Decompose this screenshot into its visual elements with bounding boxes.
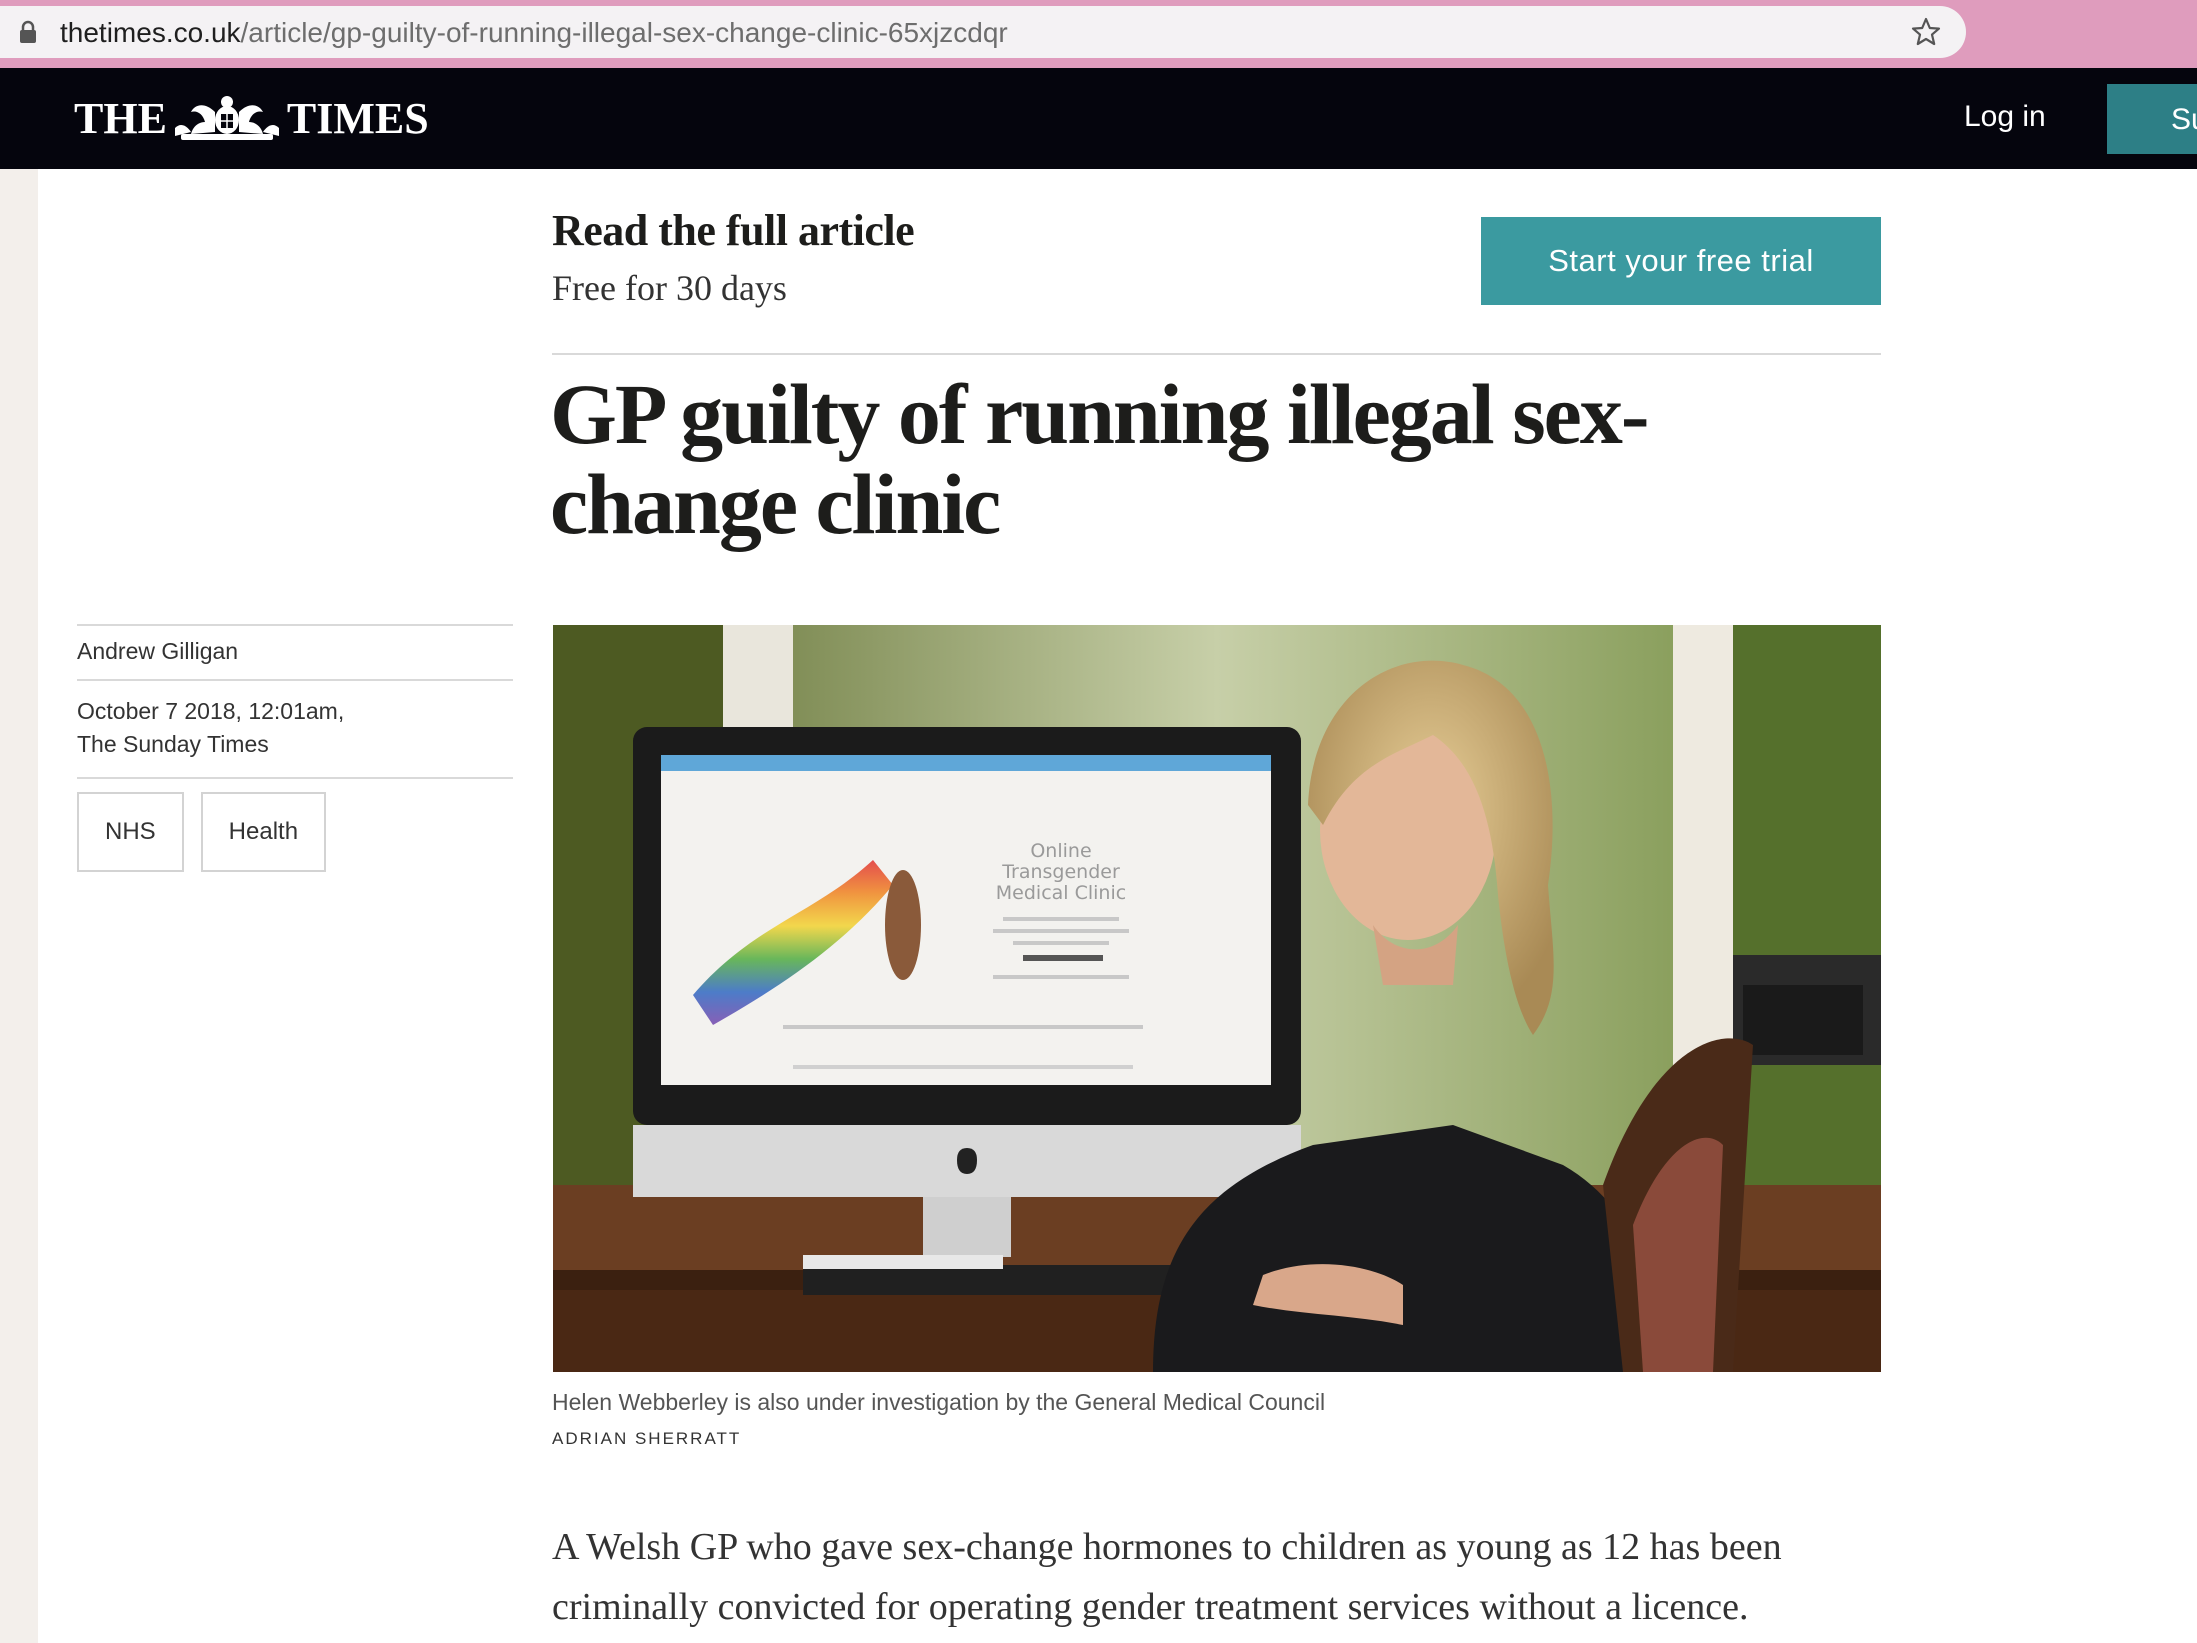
start-free-trial-button[interactable]: Start your free trial	[1481, 217, 1881, 305]
publish-date: October 7 2018, 12:01am,	[77, 698, 345, 724]
the-times-logo[interactable]: THE TIMES	[74, 90, 429, 146]
site-header: THE TIMES Log in Su	[0, 68, 2197, 169]
browser-toolbar: thetimes.co.uk/article/gp-guilty-of-runn…	[0, 0, 2197, 68]
screen-title-1: Online	[1030, 840, 1091, 862]
image-caption: Helen Webberley is also under investigat…	[552, 1389, 1326, 1415]
tag-health[interactable]: Health	[200, 792, 327, 872]
screen-title-3: Medical Clinic	[996, 882, 1126, 904]
screen-title-2: Transgender	[1001, 861, 1120, 883]
royal-crest-icon	[174, 96, 279, 140]
dateline: October 7 2018, 12:01am, The Sunday Time…	[77, 681, 513, 777]
lock-icon	[20, 20, 36, 43]
promo-title: Read the full article	[552, 206, 915, 255]
url-host: thetimes.co.uk	[60, 17, 241, 48]
tag-nhs[interactable]: NHS	[77, 792, 184, 872]
logo-word-the: THE	[74, 93, 167, 143]
hero-photo: Online Transgender Medical Clinic	[553, 625, 1881, 1372]
article-meta: Andrew Gilligan October 7 2018, 12:01am,…	[77, 624, 513, 872]
url-path: /article/gp-guilty-of-running-illegal-se…	[240, 17, 1008, 48]
author-link[interactable]: Andrew Gilligan	[77, 626, 513, 679]
photo-illustration: Online Transgender Medical Clinic	[553, 625, 1881, 1372]
login-link[interactable]: Log in	[1964, 100, 2046, 134]
photo-credit: ADRIAN SHERRATT	[552, 1429, 742, 1448]
publication-name: The Sunday Times	[77, 731, 269, 757]
promo-subtitle: Free for 30 days	[552, 268, 787, 308]
address-bar[interactable]: thetimes.co.uk/article/gp-guilty-of-runn…	[0, 6, 1966, 58]
logo-word-times: TIMES	[286, 93, 429, 143]
subscribe-button[interactable]: Su	[2107, 84, 2197, 154]
url-text: thetimes.co.uk/article/gp-guilty-of-runn…	[60, 18, 1008, 48]
article-lead-paragraph: A Welsh GP who gave sex-change hormones …	[552, 1526, 1782, 1628]
divider	[552, 353, 1881, 355]
article-headline: GP guilty of running illegal sex-change …	[550, 366, 1649, 552]
topic-tags: NHS Health	[77, 779, 513, 872]
bookmark-star-icon[interactable]	[1910, 16, 1942, 48]
article-page: Read the full article Free for 30 days S…	[38, 169, 2197, 1643]
